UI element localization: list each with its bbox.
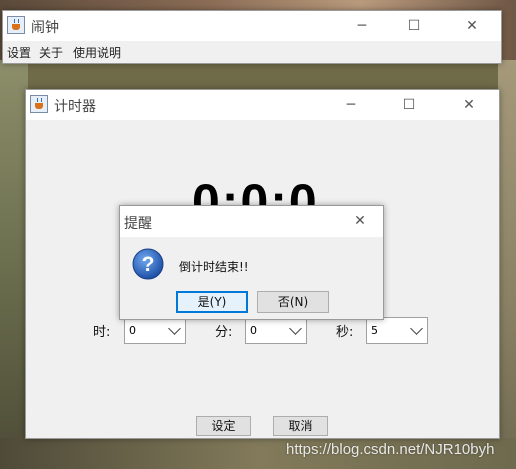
timer-titlebar: 计时器 ─ ☐ ✕: [26, 90, 499, 120]
yes-button[interactable]: 是(Y): [176, 291, 248, 313]
alarm-titlebar: 闹钟 ─ ☐ ✕: [3, 11, 501, 41]
second-label: 秒:: [336, 325, 354, 340]
menu-settings[interactable]: 设置: [7, 44, 31, 61]
alarm-window-title: 闹钟: [31, 20, 59, 36]
minute-label: 分:: [215, 325, 233, 340]
set-button[interactable]: 设定: [196, 416, 251, 436]
chevron-down-icon: [289, 322, 302, 335]
reminder-dialog: 提醒 ✕ ? 倒计时结束!! 是(Y) 否(N): [119, 205, 384, 320]
menu-about[interactable]: 关于: [39, 44, 63, 61]
hour-select[interactable]: 0: [124, 317, 186, 344]
close-icon[interactable]: ✕: [449, 11, 495, 41]
java-app-icon: [30, 95, 48, 113]
question-icon: ?: [132, 248, 164, 280]
alarm-window: 闹钟 ─ ☐ ✕ 设置 关于 使用说明: [2, 10, 502, 64]
maximize-icon[interactable]: ☐: [386, 90, 432, 120]
minimize-icon[interactable]: ─: [328, 90, 374, 120]
desktop-background-right: [498, 60, 516, 469]
svg-text:?: ?: [142, 253, 155, 276]
desktop-background-left: [0, 60, 28, 469]
menu-help[interactable]: 使用说明: [73, 44, 121, 61]
hour-value: 0: [129, 324, 136, 337]
minute-value: 0: [250, 324, 257, 337]
chevron-down-icon: [168, 322, 181, 335]
cancel-button[interactable]: 取消: [273, 416, 328, 436]
second-select[interactable]: 5: [366, 317, 428, 344]
minute-select[interactable]: 0: [245, 317, 307, 344]
maximize-icon[interactable]: ☐: [391, 11, 437, 41]
watermark-text: https://blog.csdn.net/NJR10byh: [286, 441, 495, 458]
second-value: 5: [371, 324, 378, 337]
no-button[interactable]: 否(N): [257, 291, 329, 313]
chevron-down-icon: [410, 322, 423, 335]
timer-window-title: 计时器: [54, 99, 96, 115]
dialog-message: 倒计时结束!!: [179, 260, 249, 274]
minimize-icon[interactable]: ─: [339, 11, 385, 41]
close-icon[interactable]: ✕: [338, 206, 382, 237]
hour-label: 时:: [93, 325, 111, 340]
close-icon[interactable]: ✕: [446, 90, 492, 120]
dialog-titlebar: 提醒 ✕: [120, 206, 383, 237]
java-app-icon: [7, 16, 25, 34]
dialog-title: 提醒: [124, 216, 152, 232]
